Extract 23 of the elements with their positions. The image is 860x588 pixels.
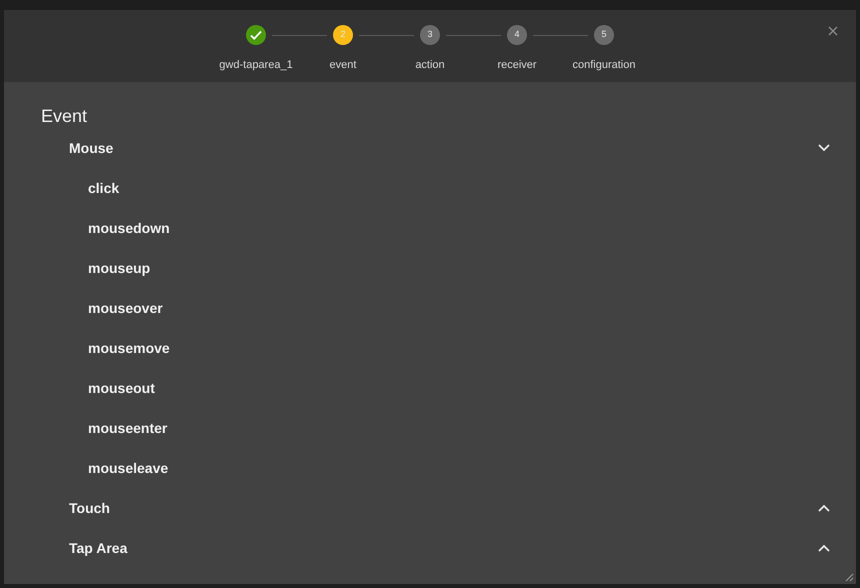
event-item[interactable]: mousedown	[88, 218, 170, 238]
close-icon[interactable]	[828, 26, 838, 36]
event-item[interactable]: click	[88, 178, 120, 198]
event-item[interactable]: mouseover	[88, 298, 163, 318]
event-item[interactable]: mousemove	[88, 338, 170, 358]
chevron-up-icon[interactable]	[818, 544, 830, 552]
chevron-up-icon[interactable]	[818, 504, 830, 512]
step-label: receiver	[497, 58, 537, 73]
step-label: gwd-taparea_1	[219, 58, 293, 73]
event-item[interactable]: mouseout	[88, 378, 155, 398]
event-item[interactable]: mouseup	[88, 258, 150, 278]
resize-handle-icon[interactable]	[845, 573, 854, 582]
category-row[interactable]: Tap Area	[41, 528, 830, 568]
category-row[interactable]: Mouse	[41, 128, 830, 168]
step-label: action	[415, 58, 445, 73]
step-label: configuration	[572, 58, 636, 73]
event-item[interactable]: mouseenter	[88, 418, 168, 438]
category-row[interactable]: Touch	[41, 488, 830, 528]
event-item[interactable]: mouseleave	[88, 458, 168, 478]
step-label: event	[330, 58, 356, 73]
chevron-down-icon[interactable]	[818, 144, 830, 152]
check-icon	[249, 28, 263, 42]
section-heading: Event	[41, 105, 88, 128]
